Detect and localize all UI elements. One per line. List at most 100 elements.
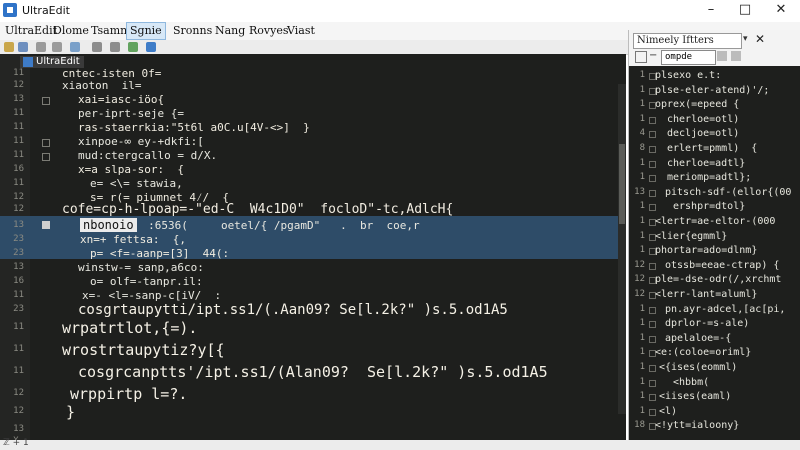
collapse-icon[interactable]: −: [649, 50, 657, 61]
code-text: xai=iasc-iöo{: [78, 93, 165, 106]
fold-marker-icon[interactable]: [42, 153, 50, 161]
function-list-item[interactable]: 1 oprex(=epeed {: [629, 99, 800, 111]
function-list-item[interactable]: 1 <{ises(eomml): [629, 362, 800, 374]
tree-node-icon[interactable]: [649, 394, 656, 402]
function-list-item[interactable]: 1 plsexo e.t:: [629, 70, 800, 82]
function-list-item[interactable]: 1 apelaloe=-{: [629, 333, 800, 345]
function-name: <lerr-lant=aluml}: [655, 289, 758, 300]
panel-title-dropdown[interactable]: Nimeely Iftters: [633, 33, 742, 49]
code-line[interactable]: 13 xai=iasc-iöo{: [0, 94, 626, 106]
tree-node-icon[interactable]: [649, 335, 656, 343]
code-line[interactable]: 16 x=a slpa-sor: {: [0, 164, 626, 176]
function-list-item[interactable]: 1 <lier{egmml}: [629, 231, 800, 243]
open-icon[interactable]: [4, 42, 14, 52]
function-list-item[interactable]: 8 erlert=pmml) {: [629, 143, 800, 155]
tree-node-icon[interactable]: [649, 204, 656, 212]
function-list-item[interactable]: 1 <hbbm(: [629, 377, 800, 389]
function-list-item[interactable]: 18 <!ytt=ialoony}: [629, 420, 800, 432]
tree-node-icon[interactable]: [649, 160, 656, 168]
function-name: plsexo e.t:: [655, 70, 722, 81]
line-number: 1: [639, 362, 645, 372]
code-line[interactable]: 11 cosgrcanptts'/ipt.ss1/(Alan09? Se[l.2k…: [0, 365, 626, 380]
function-list-item[interactable]: 1 cherloe=otl): [629, 114, 800, 126]
editor-scrollbar[interactable]: [618, 84, 626, 414]
function-list[interactable]: 1 plsexo e.t: 1 plse-eler-atend)'/; 1 oprex(=…: [629, 66, 800, 440]
undo-icon[interactable]: [92, 42, 102, 52]
tree-node-icon[interactable]: [649, 379, 656, 387]
code-line[interactable]: 11 x=- <l=-sanp-c[iV/ :: [0, 290, 626, 302]
menu-sronns[interactable]: Sronns: [170, 24, 215, 37]
code-line[interactable]: 12 wrppirtp l=?.: [0, 387, 626, 402]
function-list-item[interactable]: 1 ershpr=dtol}: [629, 201, 800, 213]
function-list-item[interactable]: 13 pitsch-sdf-(ellor{(00: [629, 187, 800, 199]
scrollbar-thumb[interactable]: [619, 144, 625, 224]
copy-icon[interactable]: [52, 42, 62, 52]
function-list-item[interactable]: 1 cherloe=adtl}: [629, 158, 800, 170]
line-number: 23: [13, 248, 24, 258]
tree-node-icon[interactable]: [649, 408, 656, 416]
code-editor[interactable]: UltraEdit 11 cntec-isten 0f= 12 xiaoton il=…: [0, 54, 626, 440]
function-list-item[interactable]: 1 plse-eler-atend)'/;: [629, 85, 800, 97]
paste-icon[interactable]: [70, 42, 80, 52]
code-line[interactable]: 11 xinpoe-∞ ey-+dkfi:[: [0, 136, 626, 148]
function-list-item[interactable]: 1 <e:(coloe=oriml}: [629, 347, 800, 359]
tree-node-icon[interactable]: [649, 365, 656, 372]
menu-viast[interactable]: Viast: [284, 24, 318, 37]
code-line[interactable]: 11 ras-staerrkia:"5t6l a0C.u[4V-<>] }: [0, 122, 626, 134]
redo-icon[interactable]: [110, 42, 120, 52]
code-line[interactable]: 16 o= olf=-tanpr.il:: [0, 276, 626, 288]
function-list-item[interactable]: 1 <l): [629, 406, 800, 418]
code-line[interactable]: 11 wrostrtaupytiz?y[{: [0, 341, 626, 359]
line-number: 12: [13, 388, 24, 398]
cut-icon[interactable]: [36, 42, 46, 52]
function-list-item[interactable]: 1 pn.ayr-adcel,[ac[pi,: [629, 304, 800, 316]
function-list-item[interactable]: 12 otssb=eeae-ctrap) {: [629, 260, 800, 272]
minimize-button[interactable]: –: [696, 0, 726, 22]
tree-node-icon[interactable]: [649, 306, 656, 314]
tree-node-icon[interactable]: [649, 146, 656, 153]
function-list-item[interactable]: 12 ple=-dse-odr(/,xrchmt: [629, 274, 800, 286]
filter-options-icon[interactable]: [717, 51, 727, 61]
function-list-item[interactable]: 1 phortar=ado=dlnm}: [629, 245, 800, 257]
code-line[interactable]: 12 cofe=cp-h-lpoap=-"ed-C W4c1D0" focloD"…: [0, 203, 626, 216]
code-line[interactable]: 11 mud:ctergcallo = d/X.: [0, 150, 626, 162]
maximize-button[interactable]: □: [730, 0, 760, 22]
function-list-item[interactable]: 1 dprlor-=s-ale): [629, 318, 800, 330]
code-line[interactable]: 11 wrpatrtlot,{=).: [0, 321, 626, 336]
tree-node-icon[interactable]: [649, 262, 656, 270]
code-line[interactable]: 23 xn=+ fettsa: {,: [0, 234, 626, 246]
code-line[interactable]: 11 per-iprt-seje {=: [0, 108, 626, 120]
menu-sgnie[interactable]: Sgnie: [126, 22, 166, 40]
tree-node-icon[interactable]: [649, 321, 656, 329]
sort-icon[interactable]: [731, 51, 741, 61]
code-line[interactable]: 23 cosgrtaupytti/ipt.ss1/(.Aan09? Se[l.2k…: [0, 303, 626, 317]
fold-marker-icon[interactable]: [42, 139, 50, 147]
code-line[interactable]: 12 xiaoton il=: [0, 80, 626, 92]
replace-icon[interactable]: [146, 42, 156, 52]
code-line[interactable]: 13 winstw-= sanp,a6co:: [0, 262, 626, 274]
menu-dlome[interactable]: Dlome: [50, 24, 92, 37]
tree-node-icon[interactable]: [649, 131, 656, 139]
function-list-item[interactable]: 1 <iises(eaml): [629, 391, 800, 403]
close-button[interactable]: ✕: [766, 0, 796, 22]
save-icon[interactable]: [18, 42, 28, 52]
code-line[interactable]: 11 e= <\= stawia,: [0, 178, 626, 190]
code-line[interactable]: 12}: [0, 405, 626, 420]
find-icon[interactable]: [128, 42, 138, 52]
panel-settings-icon[interactable]: [635, 51, 647, 63]
function-list-item[interactable]: 1 meriomp=adtl};: [629, 172, 800, 184]
function-list-item[interactable]: 1 <lertr=ae-eltor-(000: [629, 216, 800, 228]
tree-node-icon[interactable]: [649, 116, 656, 124]
menu-nang[interactable]: Nang: [212, 24, 248, 37]
panel-filter-input[interactable]: ompde: [661, 50, 716, 65]
tree-node-icon[interactable]: [649, 175, 656, 183]
chevron-down-icon[interactable]: ▾: [743, 34, 748, 44]
code-text: wrostrtaupytiz?y[{: [62, 341, 225, 359]
tree-node-icon[interactable]: [649, 189, 656, 197]
fold-marker-icon[interactable]: [42, 97, 50, 105]
function-list-item[interactable]: 12 <lerr-lant=aluml}: [629, 289, 800, 301]
code-line[interactable]: 23 p= <f=-aanp=[3] 44(:: [0, 248, 626, 260]
code-line[interactable]: 13: [0, 424, 626, 436]
panel-close-button[interactable]: ✕: [753, 32, 767, 46]
function-list-item[interactable]: 4 decljoe=otl): [629, 128, 800, 140]
